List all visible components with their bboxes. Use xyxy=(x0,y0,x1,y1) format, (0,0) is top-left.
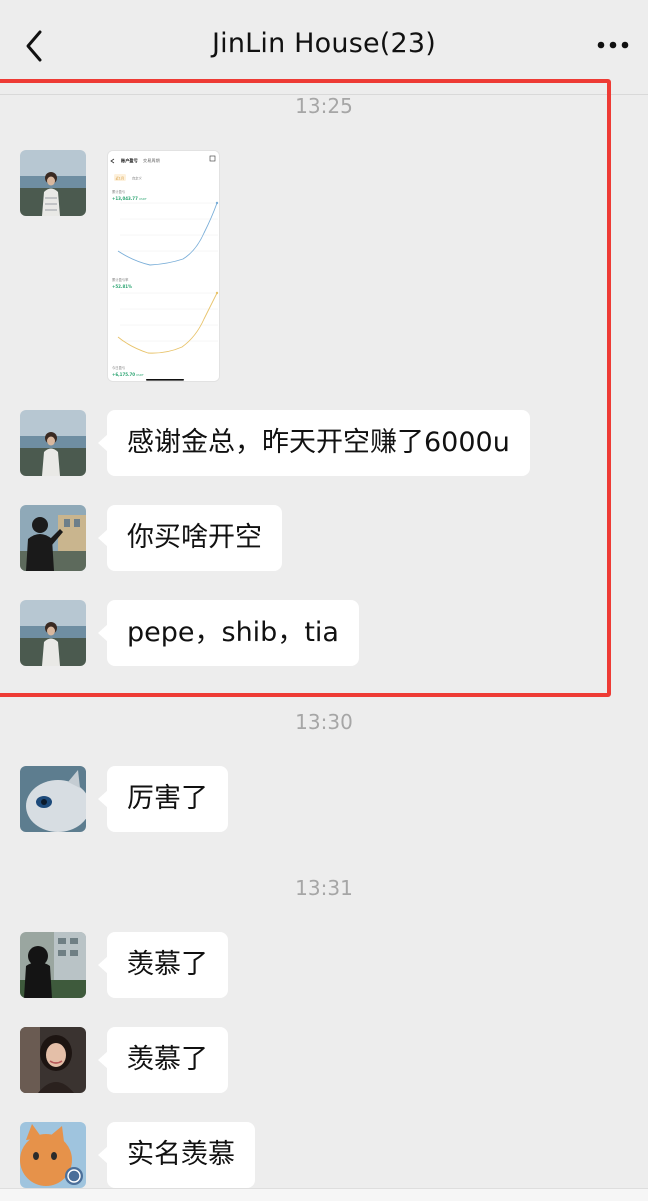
message-bubble[interactable]: 厉害了 xyxy=(98,766,228,832)
mini-section3-unit: USDT xyxy=(136,373,144,377)
mini-section2-label: 累计盈亏率 xyxy=(112,277,129,282)
timestamp: 13:25 xyxy=(295,94,353,118)
chat-title: JinLin House(23) xyxy=(211,28,437,59)
mini-section2-value: +52.81% xyxy=(112,284,132,289)
woman-dark-avatar[interactable] xyxy=(20,932,86,998)
mini-tab-1: 近1月 xyxy=(116,175,125,180)
cat-avatar[interactable] xyxy=(20,766,86,832)
woman-car-avatar[interactable] xyxy=(20,1027,86,1093)
message-bubble[interactable]: 你买啥开空 xyxy=(98,505,282,571)
message-bubble[interactable]: 感谢金总，昨天开空赚了6000u xyxy=(98,410,530,476)
woman-seaside-avatar[interactable] xyxy=(20,600,86,666)
mini-section3-value: +6,175.70 xyxy=(112,372,135,377)
man-street-avatar[interactable] xyxy=(20,505,86,571)
message-bubble[interactable]: 实名羡慕 xyxy=(98,1122,255,1188)
shared-screenshot-image[interactable]: 账户盈亏 交易周期 近1月 自定义 累计盈亏 +13,043.77 USDT 累… xyxy=(107,150,220,382)
woman-seaside-avatar[interactable] xyxy=(20,410,86,476)
chat-header: JinLin House(23) xyxy=(0,0,648,95)
mini-section1-label: 累计盈亏 xyxy=(112,189,126,194)
message-bubble[interactable]: pepe，shib，tia xyxy=(98,600,359,666)
orange-cat-avatar[interactable] xyxy=(20,1122,86,1188)
input-bar-edge xyxy=(0,1188,648,1201)
timestamp: 13:30 xyxy=(295,710,353,734)
message-bubble[interactable]: 羡慕了 xyxy=(98,932,228,998)
more-dots-icon xyxy=(597,41,629,49)
mini-header-tab: 交易周期 xyxy=(143,157,160,164)
mini-section1-unit: USDT xyxy=(139,197,147,201)
message-bubble[interactable]: 羡慕了 xyxy=(98,1027,228,1093)
mini-tab-2: 自定义 xyxy=(132,175,143,180)
woman-seaside-avatar[interactable] xyxy=(20,150,86,216)
timestamp: 13:31 xyxy=(295,876,353,900)
mini-header-title: 账户盈亏 xyxy=(121,157,139,164)
mini-section1-value: +13,043.77 xyxy=(112,196,138,201)
mini-section3-label: 今日盈亏 xyxy=(112,365,126,370)
more-button[interactable] xyxy=(596,30,630,60)
